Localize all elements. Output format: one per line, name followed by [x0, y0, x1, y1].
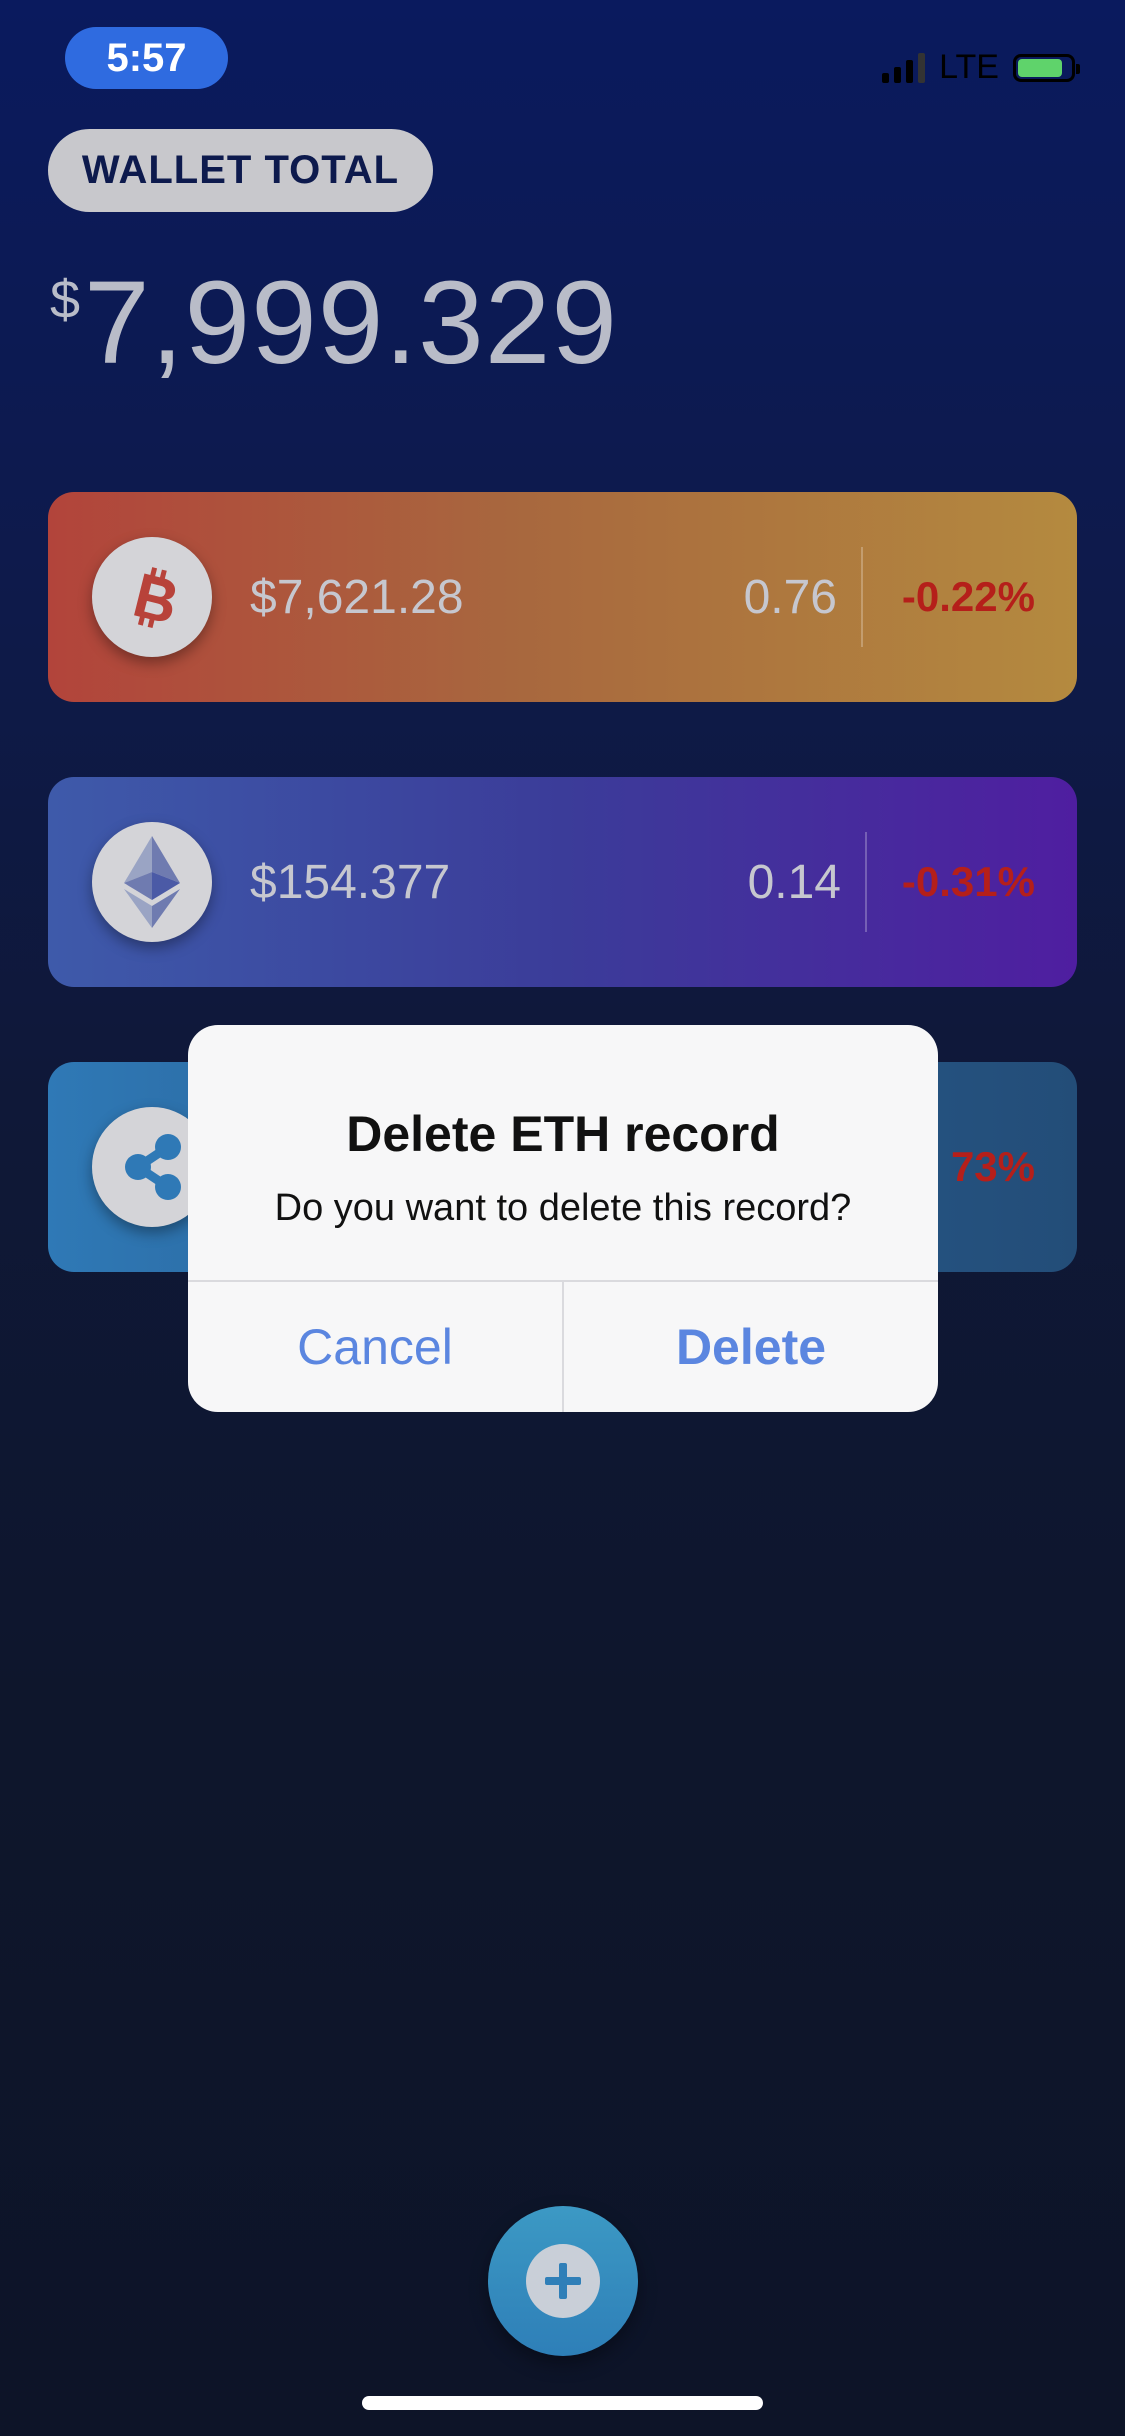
status-time: 5:57: [65, 27, 228, 89]
coin-card-eth[interactable]: $154.377 0.14 -0.31%: [48, 777, 1077, 987]
wallet-total-value: 7,999.329: [84, 257, 618, 389]
coin-price: $7,621.28: [250, 570, 464, 624]
currency-symbol: $: [50, 270, 81, 330]
plus-icon: [526, 2244, 600, 2318]
delete-button[interactable]: Delete: [564, 1282, 938, 1412]
delete-confirmation-dialog: Delete ETH record Do you want to delete …: [188, 1025, 938, 1412]
battery-icon: [1013, 53, 1080, 82]
divider: [861, 547, 863, 647]
coin-quantity: 0.14: [747, 855, 841, 909]
coin-change: -0.31%: [901, 858, 1035, 905]
coin-quantity: 0.76: [743, 570, 837, 624]
coin-price: $154.377: [250, 855, 451, 909]
add-coin-button[interactable]: [488, 2206, 638, 2356]
bitcoin-icon: [92, 537, 212, 657]
ethereum-icon: [92, 822, 212, 942]
coin-change: -0.22%: [901, 573, 1035, 620]
cancel-button[interactable]: Cancel: [188, 1282, 562, 1412]
battery-level: [1018, 58, 1063, 77]
home-indicator[interactable]: [362, 2396, 763, 2410]
coin-card-btc[interactable]: $7,621.28 0.76 -0.22%: [48, 492, 1077, 702]
wallet-total-amount: $ 7,999.329: [50, 255, 618, 391]
dialog-message: Do you want to delete this record?: [274, 1187, 852, 1229]
wallet-total-label: WALLET TOTAL: [48, 129, 433, 212]
status-indicators: LTE: [882, 48, 1080, 87]
dialog-title: Delete ETH record: [346, 1106, 780, 1162]
network-label: LTE: [939, 48, 999, 86]
coin-change: 73%: [950, 1143, 1035, 1190]
signal-icon: [882, 52, 926, 83]
divider: [865, 832, 867, 932]
